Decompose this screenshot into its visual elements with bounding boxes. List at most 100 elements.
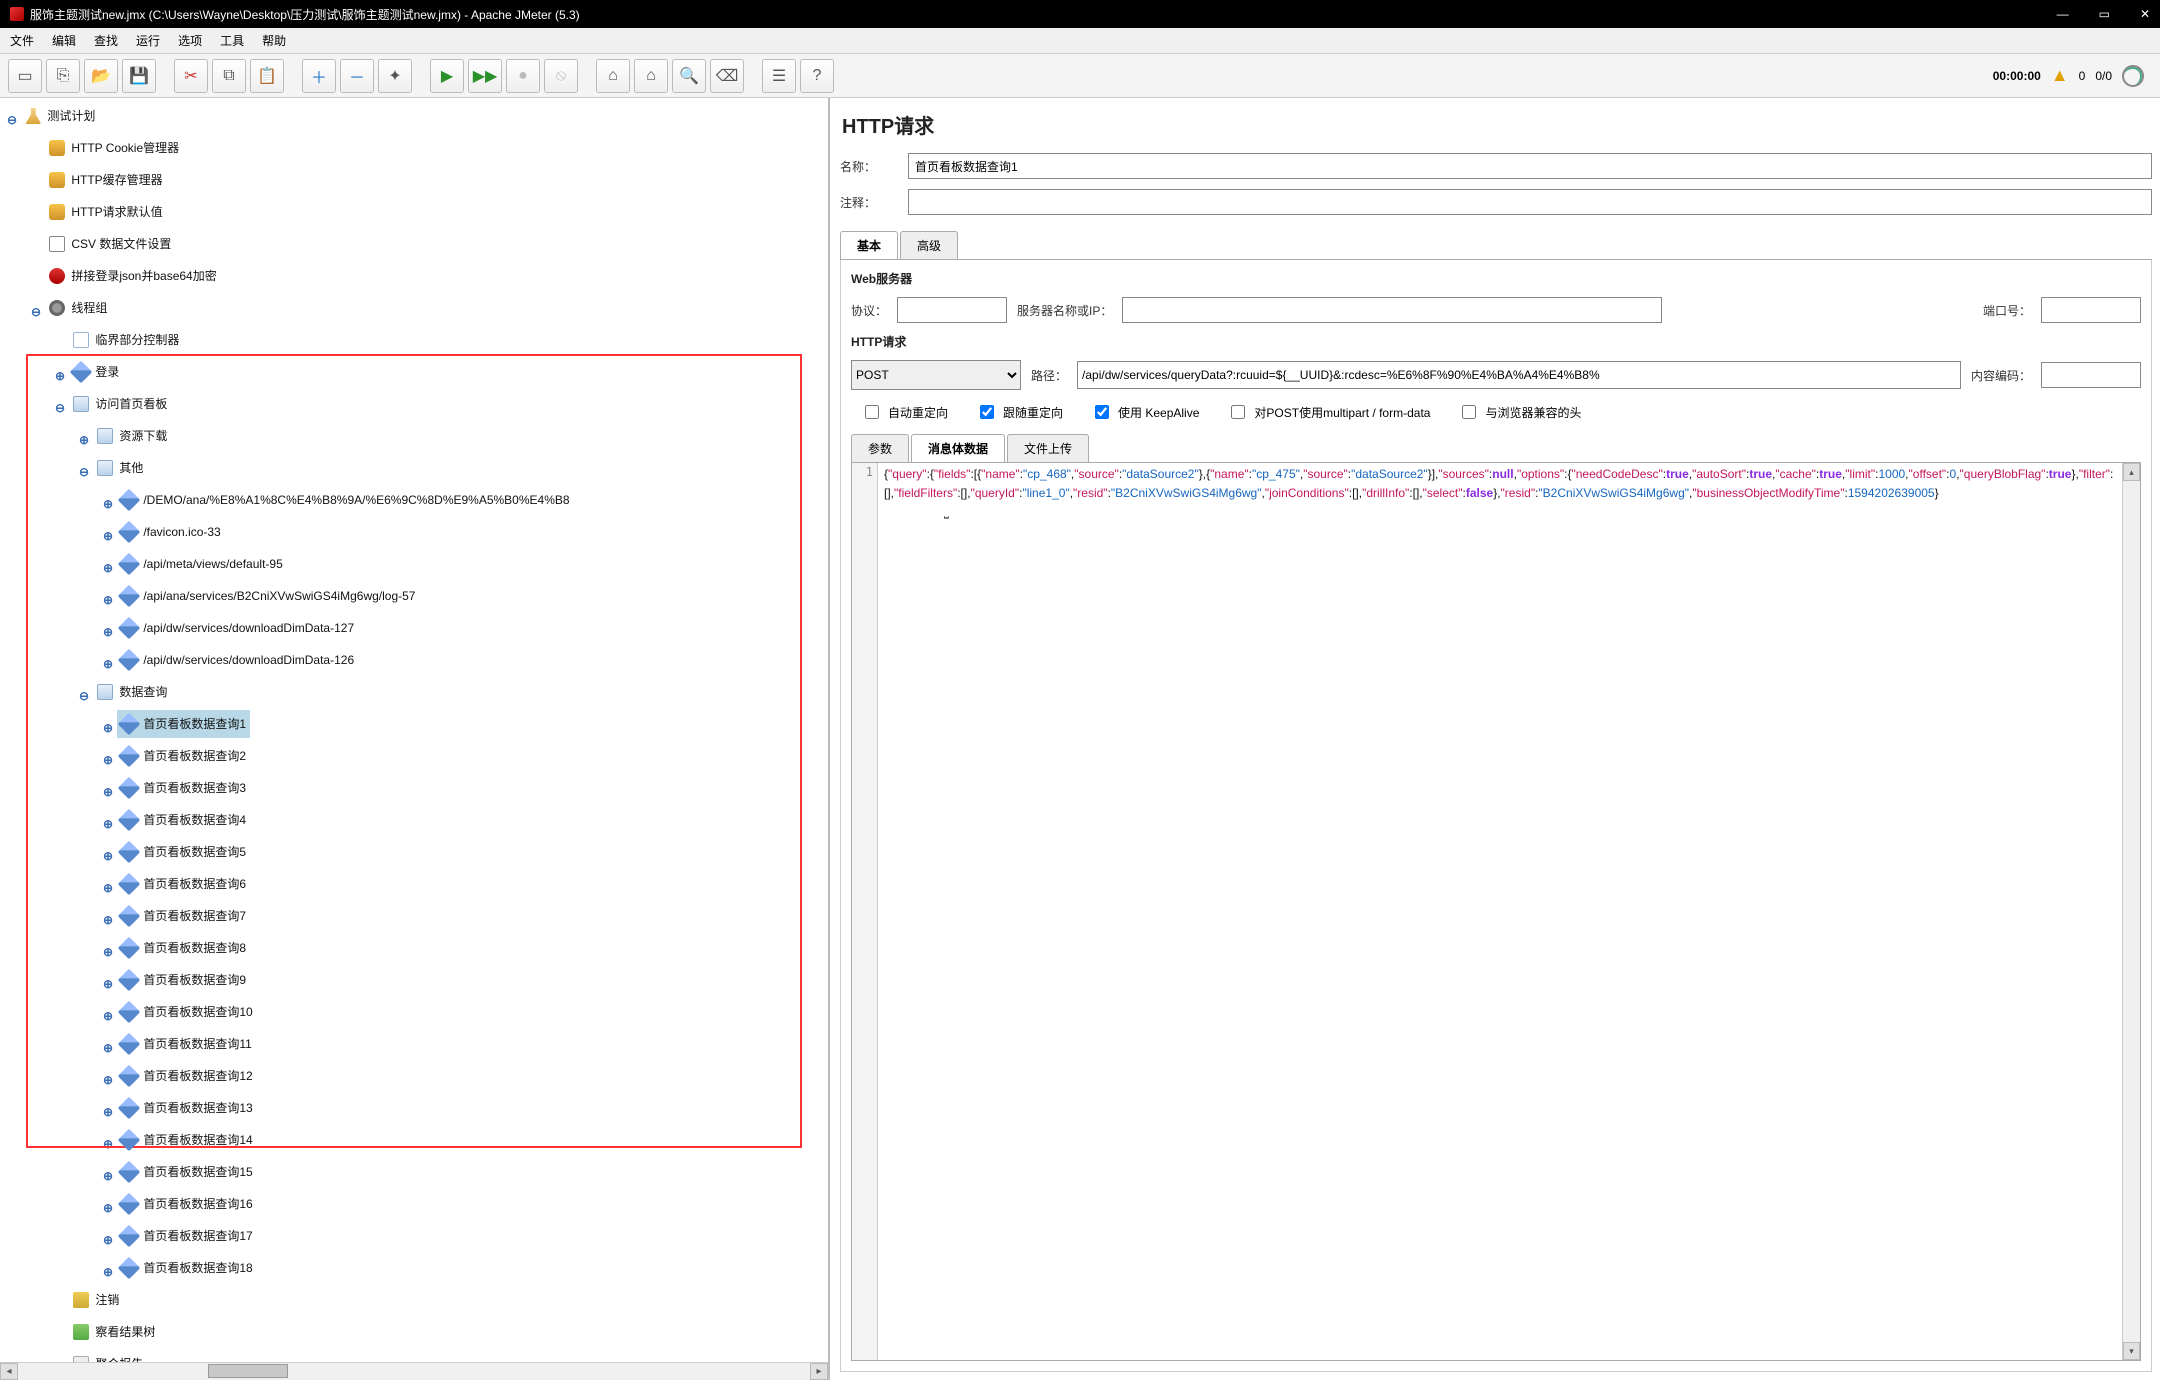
scroll-thumb[interactable] [208, 1364, 288, 1378]
scroll-left-button[interactable]: ◂ [0, 1363, 18, 1380]
toggle-icon[interactable]: ⊕ [102, 810, 114, 838]
toggle-icon[interactable]: ⊕ [102, 1066, 114, 1094]
toggle-icon[interactable]: ⊕ [102, 554, 114, 582]
close-button[interactable]: ✕ [2140, 7, 2150, 21]
toggle-icon[interactable]: ⊕ [102, 1098, 114, 1126]
broom2-button[interactable]: ⌫ [710, 59, 744, 93]
dq-item-8[interactable]: 首页看板数据查询9 [117, 966, 250, 994]
cfg-4[interactable]: 拼接登录json并base64加密 [45, 262, 220, 290]
menu-编辑[interactable]: 编辑 [52, 32, 76, 49]
subtab-params[interactable]: 参数 [851, 434, 909, 462]
toggle-icon[interactable]: ⊕ [102, 874, 114, 902]
save-button[interactable]: 💾 [122, 59, 156, 93]
list-button[interactable]: ☰ [762, 59, 796, 93]
toggle-icon[interactable]: ⊕ [102, 522, 114, 550]
toggle-icon[interactable]: ⊕ [78, 426, 90, 454]
stop-all-button[interactable]: ⦸ [544, 59, 578, 93]
scroll-up-button[interactable]: ▴ [2123, 463, 2140, 481]
scroll-down-button[interactable]: ▾ [2123, 1342, 2140, 1360]
dq-item-2[interactable]: 首页看板数据查询3 [117, 774, 250, 802]
browser-compat-check[interactable]: 与浏览器兼容的头 [1458, 402, 1581, 422]
cfg-2[interactable]: HTTP请求默认值 [45, 198, 166, 226]
dq-item-12[interactable]: 首页看板数据查询13 [117, 1094, 256, 1122]
host-input[interactable] [1122, 297, 1662, 323]
dq-item-0[interactable]: 首页看板数据查询1 [117, 710, 250, 738]
listener-1[interactable]: 聚合报告 [69, 1350, 147, 1362]
dq-item-5[interactable]: 首页看板数据查询6 [117, 870, 250, 898]
dq-item-3[interactable]: 首页看板数据查询4 [117, 806, 250, 834]
toggle-icon[interactable]: ⊖ [54, 394, 66, 422]
menu-文件[interactable]: 文件 [10, 32, 34, 49]
encoding-input[interactable] [2041, 362, 2141, 388]
dq-item-14[interactable]: 首页看板数据查询15 [117, 1158, 256, 1186]
search-button[interactable]: 🔍 [672, 59, 706, 93]
dq-item-17[interactable]: 首页看板数据查询18 [117, 1254, 256, 1282]
dq-item-7[interactable]: 首页看板数据查询8 [117, 934, 250, 962]
broom-y-button[interactable]: ⌂ [596, 59, 630, 93]
copy-button[interactable]: ⧉ [212, 59, 246, 93]
toggle-icon[interactable]: ⊖ [78, 458, 90, 486]
thread-group[interactable]: 线程组 [45, 294, 111, 322]
menu-查找[interactable]: 查找 [94, 32, 118, 49]
toggle-icon[interactable]: ⊖ [6, 106, 18, 134]
vertical-scrollbar[interactable]: ▴ ▾ [2122, 463, 2140, 1360]
toggle-icon[interactable]: ⊕ [54, 362, 66, 390]
paste-button[interactable]: 📋 [250, 59, 284, 93]
menu-工具[interactable]: 工具 [220, 32, 244, 49]
toggle-icon[interactable]: ⊕ [102, 586, 114, 614]
toggle-icon[interactable]: ⊕ [102, 1226, 114, 1254]
subtab-body[interactable]: 消息体数据 [911, 434, 1005, 462]
wand-button[interactable]: ✦ [378, 59, 412, 93]
other-item-1[interactable]: /favicon.ico-33 [117, 518, 224, 546]
other[interactable]: 其他 [93, 454, 147, 482]
toggle-icon[interactable]: ⊕ [102, 1034, 114, 1062]
visit-home[interactable]: 访问首页看板 [69, 390, 171, 418]
broom-b-button[interactable]: ⌂ [634, 59, 668, 93]
body-editor[interactable]: {"query":{"fields":[{"name":"cp_468","so… [878, 463, 2122, 1360]
dq-item-6[interactable]: 首页看板数据查询7 [117, 902, 250, 930]
toggle-icon[interactable]: ⊕ [102, 1194, 114, 1222]
dq-item-1[interactable]: 首页看板数据查询2 [117, 742, 250, 770]
listener-0[interactable]: 察看结果树 [69, 1318, 159, 1346]
path-input[interactable] [1077, 361, 1961, 389]
minimize-button[interactable]: — [2057, 7, 2069, 21]
dq-item-11[interactable]: 首页看板数据查询12 [117, 1062, 256, 1090]
toggle-icon[interactable]: ⊕ [102, 490, 114, 518]
menu-运行[interactable]: 运行 [136, 32, 160, 49]
resource-dl[interactable]: 资源下载 [93, 422, 171, 450]
comment-input[interactable] [908, 189, 2152, 215]
toggle-icon[interactable]: ⊕ [102, 714, 114, 742]
cut-button[interactable]: ✂ [174, 59, 208, 93]
menu-帮助[interactable]: 帮助 [262, 32, 286, 49]
toggle-icon[interactable]: ⊕ [102, 842, 114, 870]
subtab-file[interactable]: 文件上传 [1007, 434, 1089, 462]
toggle-icon[interactable]: ⊕ [102, 1002, 114, 1030]
dq-item-15[interactable]: 首页看板数据查询16 [117, 1190, 256, 1218]
toggle-icon[interactable]: ⊕ [102, 746, 114, 774]
scroll-right-button[interactable]: ▸ [810, 1363, 828, 1380]
dq-item-13[interactable]: 首页看板数据查询14 [117, 1126, 256, 1154]
toggle-icon[interactable]: ⊕ [102, 1130, 114, 1158]
tab-advanced[interactable]: 高级 [900, 231, 958, 259]
tab-basic[interactable]: 基本 [840, 231, 898, 259]
toggle-icon[interactable]: ⊕ [102, 938, 114, 966]
cfg-0[interactable]: HTTP Cookie管理器 [45, 134, 183, 162]
open-button[interactable]: 📂 [84, 59, 118, 93]
run-next-button[interactable]: ▶▶ [468, 59, 502, 93]
name-input[interactable] [908, 153, 2152, 179]
protocol-input[interactable] [897, 297, 1007, 323]
toggle-icon[interactable]: ⊕ [102, 1258, 114, 1286]
critical-ctrl[interactable]: 临界部分控制器 [69, 326, 183, 354]
toggle-icon[interactable]: ⊖ [30, 298, 42, 326]
other-item-3[interactable]: /api/ana/services/B2CniXVwSwiGS4iMg6wg/l… [117, 582, 419, 610]
toggle-icon[interactable]: ⊖ [78, 682, 90, 710]
plus-button[interactable]: ＋ [302, 59, 336, 93]
minus-button[interactable]: － [340, 59, 374, 93]
cfg-3[interactable]: CSV 数据文件设置 [45, 230, 175, 258]
toggle-icon[interactable]: ⊕ [102, 970, 114, 998]
dq-item-4[interactable]: 首页看板数据查询5 [117, 838, 250, 866]
warning-icon[interactable]: ▲ [2051, 65, 2069, 86]
run-button[interactable]: ▶ [430, 59, 464, 93]
test-plan[interactable]: 测试计划 [21, 102, 99, 130]
toggle-icon[interactable]: ⊕ [102, 906, 114, 934]
